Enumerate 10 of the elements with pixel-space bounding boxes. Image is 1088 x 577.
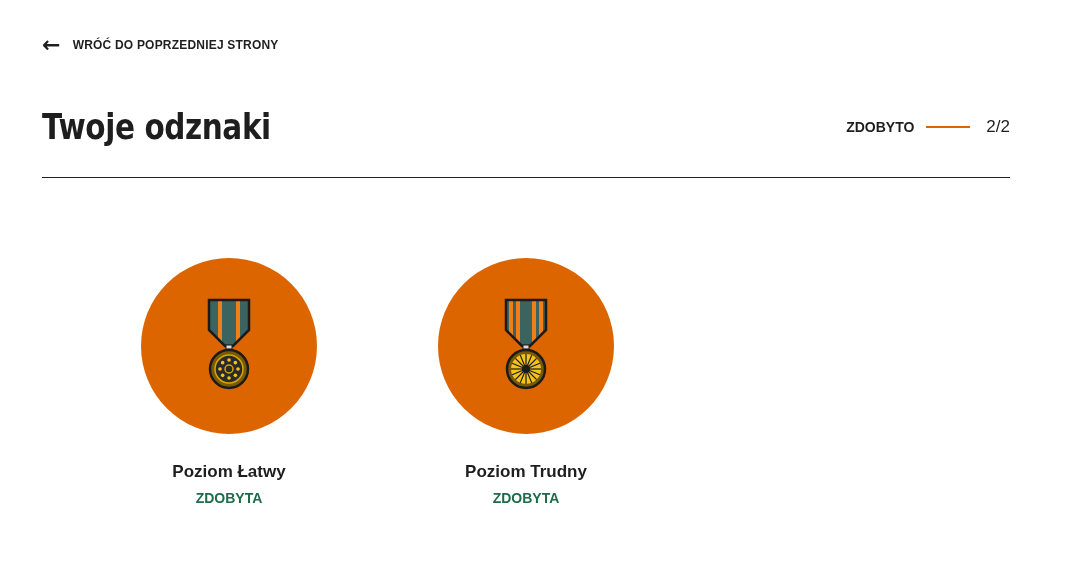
- badge-status: ZDOBYTA: [492, 490, 560, 506]
- progress-line: [926, 125, 971, 128]
- badge-name: Poziom Trudny: [465, 462, 587, 482]
- badge-name: Poziom Łatwy: [172, 462, 286, 482]
- back-arrow-icon: ←: [42, 34, 61, 56]
- progress-label: ZDOBYTO: [846, 118, 915, 135]
- badge-status: ZDOBYTA: [195, 490, 263, 506]
- progress-count: 2/2: [986, 116, 1010, 137]
- back-link[interactable]: ← WRÓĆ DO POPRZEDNIEJ STRONY: [42, 34, 279, 56]
- page-title: Twoje odznaki: [42, 106, 271, 147]
